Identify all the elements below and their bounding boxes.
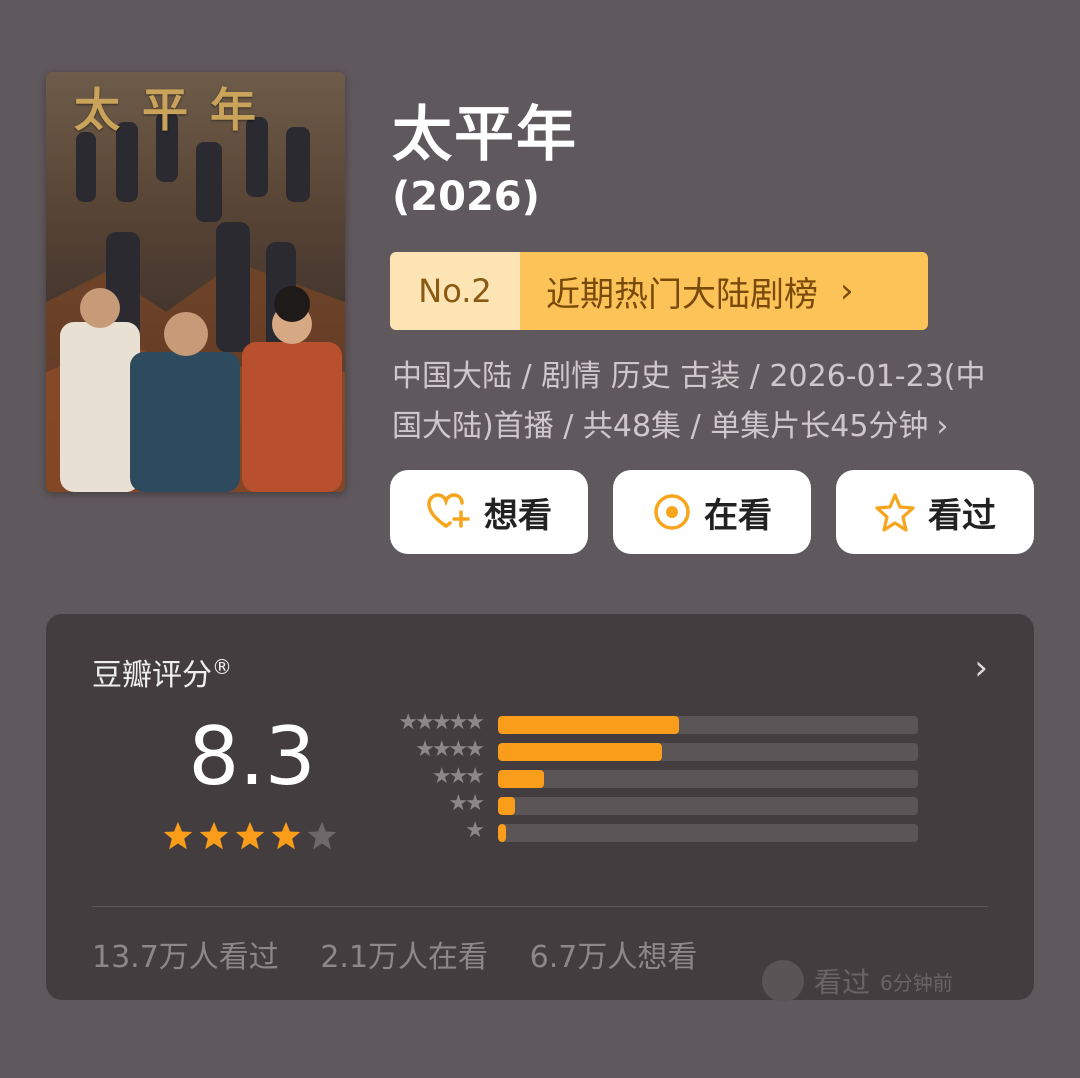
rank-list-text: 近期热门大陆剧榜	[546, 274, 818, 315]
star-filled-icon	[271, 821, 301, 850]
distribution-bar-track	[498, 743, 918, 761]
watermark-label: 看过	[814, 966, 871, 999]
star-empty-icon	[307, 821, 337, 850]
rating-stars	[162, 820, 338, 852]
chevron-right-icon: ›	[936, 409, 949, 444]
distribution-bar-1	[498, 824, 507, 842]
distribution-bar-5	[498, 716, 679, 734]
watermark: 看过 6分钟前	[762, 960, 953, 1002]
distribution-stars-1: ★	[465, 818, 485, 843]
registered-mark: ®	[212, 655, 232, 679]
target-circle-icon	[654, 494, 690, 530]
metadata-line-2: 国大陆)首播 / 共48集 / 单集片长45分钟 ›	[392, 402, 1022, 452]
rating-card: 豆瓣评分® › 8.3 13.7万人看过 2.1万人在看 6.7万人想看 看过 …	[46, 614, 1034, 1002]
rating-title-text: 豆瓣评分	[92, 658, 212, 693]
rating-title: 豆瓣评分®	[92, 650, 232, 694]
divider	[92, 906, 988, 907]
metadata-line-2-text: 国大陆)首播 / 共48集 / 单集片长45分钟	[392, 409, 929, 444]
watermark-logo	[762, 960, 804, 1002]
distribution-stars-2: ★★	[448, 791, 485, 816]
release-year: (2026)	[392, 174, 540, 220]
distribution-bar-track	[498, 716, 918, 734]
want-to-watch-button[interactable]: 想看	[390, 470, 588, 554]
distribution-bar-2	[498, 797, 515, 815]
ranking-badge[interactable]: No.2 近期热门大陆剧榜 ›	[390, 252, 928, 330]
star-filled-icon	[199, 821, 229, 850]
show-metadata[interactable]: 中国大陆 / 剧情 历史 古装 / 2026-01-23(中 国大陆)首播 / …	[392, 352, 1022, 452]
distribution-bar-track	[498, 824, 918, 842]
watched-button[interactable]: 看过	[836, 470, 1034, 554]
rank-list-label: 近期热门大陆剧榜 ›	[520, 252, 928, 330]
watching-label: 在看	[704, 495, 772, 536]
rating-score: 8.3	[188, 710, 316, 803]
rank-number: No.2	[390, 252, 520, 330]
poster-image[interactable]: 太平年	[46, 72, 345, 492]
distribution-bar-track	[498, 770, 918, 788]
watching-count: 2.1万人在看	[320, 940, 489, 975]
distribution-stars-3: ★★★	[431, 764, 485, 789]
chevron-right-icon[interactable]: ›	[974, 648, 988, 688]
star-filled-icon	[163, 821, 193, 850]
metadata-line-1: 中国大陆 / 剧情 历史 古装 / 2026-01-23(中	[392, 359, 986, 394]
poster-title-art: 太平年	[74, 83, 278, 137]
distribution-bar-track	[498, 797, 918, 815]
star-outline-icon	[875, 493, 915, 532]
watched-label: 看过	[928, 495, 996, 536]
watching-button[interactable]: 在看	[613, 470, 811, 554]
chevron-right-icon: ›	[840, 271, 854, 311]
distribution-stars-5: ★★★★★	[398, 710, 485, 735]
star-filled-icon	[235, 821, 265, 850]
distribution-stars-4: ★★★★	[415, 737, 485, 762]
want-count: 6.7万人想看	[529, 940, 698, 975]
want-to-watch-label: 想看	[484, 495, 552, 536]
page-title: 太平年	[392, 100, 578, 170]
distribution-bar-4	[498, 743, 662, 761]
audience-stats: 13.7万人看过 2.1万人在看 6.7万人想看	[92, 932, 729, 976]
watermark-sub: 6分钟前	[880, 970, 953, 995]
heart-plus-icon	[427, 493, 470, 528]
watched-count: 13.7万人看过	[92, 940, 279, 975]
distribution-bar-3	[498, 770, 545, 788]
